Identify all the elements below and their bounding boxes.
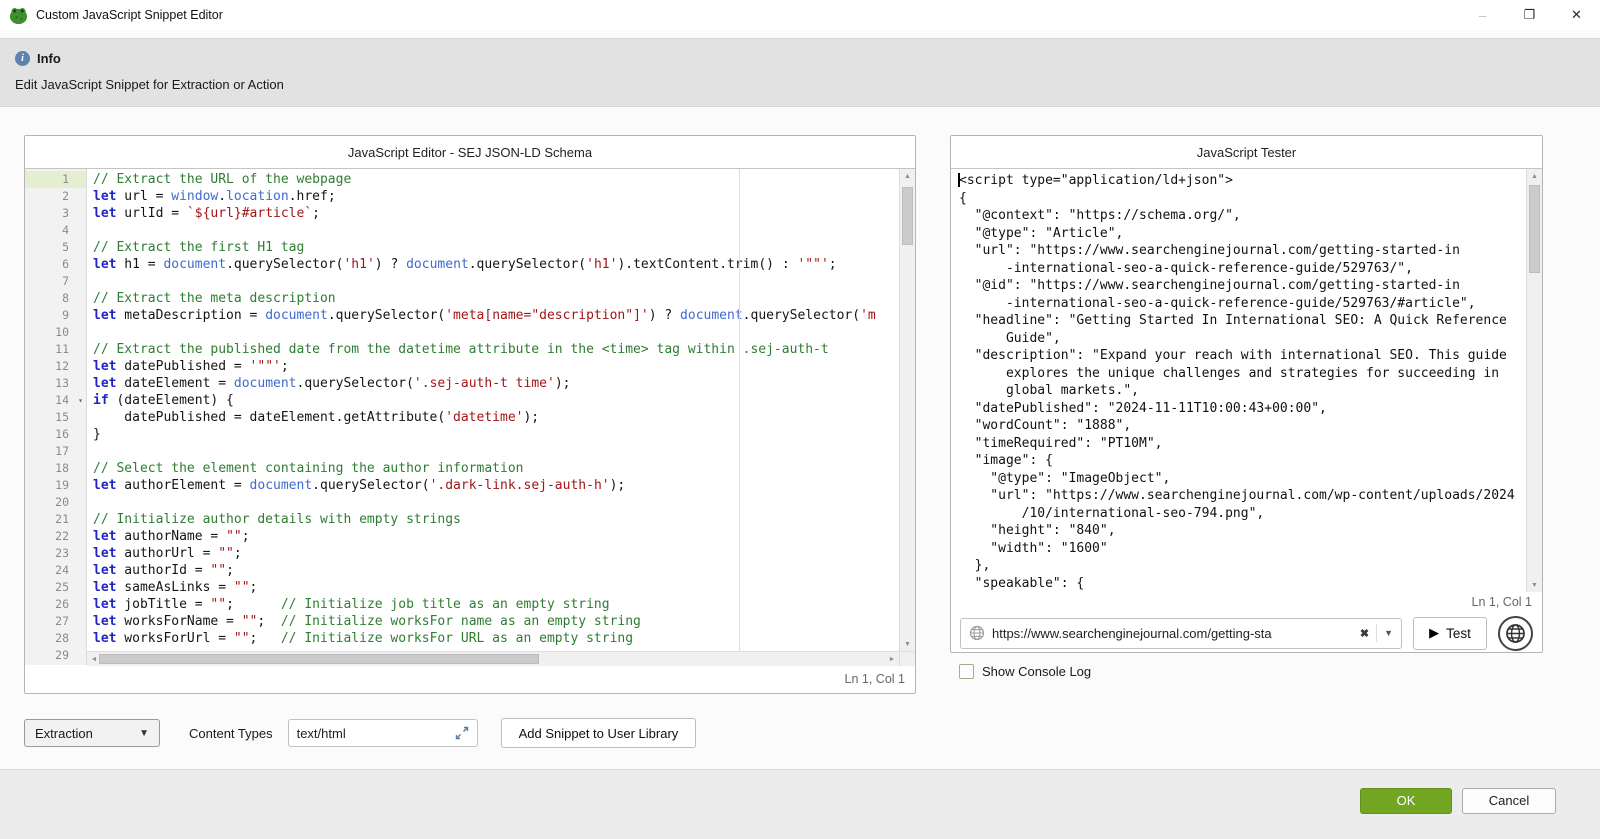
select-caret-icon: ▼	[139, 728, 149, 739]
content-types-input[interactable]	[297, 726, 455, 741]
add-snippet-button[interactable]: Add Snippet to User Library	[501, 718, 697, 748]
info-message: Edit JavaScript Snippet for Extraction o…	[15, 77, 1585, 92]
editor-panel: JavaScript Editor - SEJ JSON-LD Schema 1…	[24, 135, 916, 694]
editor-status: Ln 1, Col 1	[25, 665, 915, 693]
text-cursor	[958, 173, 960, 187]
tester-vscroll-thumb[interactable]	[1529, 185, 1540, 273]
margin-guide-line	[739, 169, 740, 651]
open-in-browser-button[interactable]	[1498, 616, 1533, 651]
info-heading: Info	[37, 51, 61, 66]
test-button-label: Test	[1446, 626, 1471, 641]
editor-title: JavaScript Editor - SEJ JSON-LD Schema	[25, 136, 915, 168]
url-globe-icon	[969, 625, 985, 641]
editor-code-area[interactable]: // Extract the URL of the webpagelet url…	[87, 169, 899, 651]
snippet-type-select[interactable]: Extraction ▼	[24, 719, 160, 747]
scroll-right-icon[interactable]: ►	[885, 652, 899, 666]
editor-vscroll-thumb[interactable]	[902, 187, 913, 245]
play-icon: ▶	[1429, 625, 1439, 641]
expand-icon[interactable]	[455, 726, 469, 740]
editor-hscroll-thumb[interactable]	[99, 654, 539, 664]
snippet-editor-window: Custom JavaScript Snippet Editor – ❐ ✕ i…	[0, 0, 1600, 748]
show-console-checkbox[interactable]	[959, 664, 974, 679]
minimize-button[interactable]: –	[1459, 0, 1506, 30]
tester-column: JavaScript Tester <script type="applicat…	[950, 135, 1543, 679]
dialog-button-bar: OK Cancel	[0, 769, 1600, 839]
show-console-label: Show Console Log	[982, 664, 1091, 679]
tester-output-lines: <script type="application/ld+json">{ "@c…	[959, 172, 1526, 592]
tester-scroll-down-icon[interactable]: ▼	[1527, 578, 1542, 592]
show-console-row: Show Console Log	[950, 664, 1543, 679]
url-field-divider	[1376, 624, 1377, 642]
window-titlebar: Custom JavaScript Snippet Editor – ❐ ✕	[0, 0, 1600, 30]
test-url-field: ✖ ▼	[960, 618, 1402, 649]
info-icon: i	[15, 51, 30, 66]
content-types-field	[288, 719, 478, 747]
editor-vertical-scrollbar[interactable]: ▲ ▼	[899, 169, 915, 651]
editor-gutter: 1234567891011121314▾15161718192021222324…	[25, 169, 87, 665]
window-title: Custom JavaScript Snippet Editor	[36, 8, 223, 22]
tester-title: JavaScript Tester	[951, 136, 1542, 168]
tester-panel: JavaScript Tester <script type="applicat…	[950, 135, 1543, 653]
tester-status: Ln 1, Col 1	[951, 592, 1542, 612]
content-types-label: Content Types	[189, 726, 273, 741]
tester-output[interactable]: <script type="application/ld+json">{ "@c…	[951, 169, 1526, 592]
url-clear-icon[interactable]: ✖	[1360, 627, 1369, 640]
test-button[interactable]: ▶ Test	[1413, 617, 1487, 650]
window-controls: – ❐ ✕	[1459, 0, 1600, 30]
url-history-dropdown-icon[interactable]: ▼	[1384, 628, 1393, 638]
scrollbar-corner	[899, 651, 915, 666]
tester-scroll-up-icon[interactable]: ▲	[1527, 169, 1542, 183]
editor-code-lines: // Extract the URL of the webpagelet url…	[93, 171, 899, 651]
scroll-up-icon[interactable]: ▲	[900, 169, 915, 183]
ok-button[interactable]: OK	[1360, 788, 1452, 814]
main-content: JavaScript Editor - SEJ JSON-LD Schema 1…	[0, 107, 1600, 694]
browser-globe-icon	[1505, 623, 1526, 644]
close-button[interactable]: ✕	[1553, 0, 1600, 30]
footer-controls: Extraction ▼ Content Types Add Snippet t…	[0, 694, 1600, 748]
editor-horizontal-scrollbar[interactable]: ◄ ►	[87, 651, 899, 666]
cancel-button[interactable]: Cancel	[1462, 788, 1556, 814]
scroll-down-icon[interactable]: ▼	[900, 637, 915, 651]
snippet-type-value: Extraction	[35, 726, 93, 741]
tester-vertical-scrollbar[interactable]: ▲ ▼	[1526, 169, 1542, 592]
info-banner: i Info Edit JavaScript Snippet for Extra…	[0, 38, 1600, 107]
maximize-button[interactable]: ❐	[1506, 0, 1553, 30]
app-logo-icon	[9, 6, 28, 25]
test-url-row: ✖ ▼ ▶ Test	[951, 612, 1542, 654]
test-url-input[interactable]	[992, 626, 1353, 641]
